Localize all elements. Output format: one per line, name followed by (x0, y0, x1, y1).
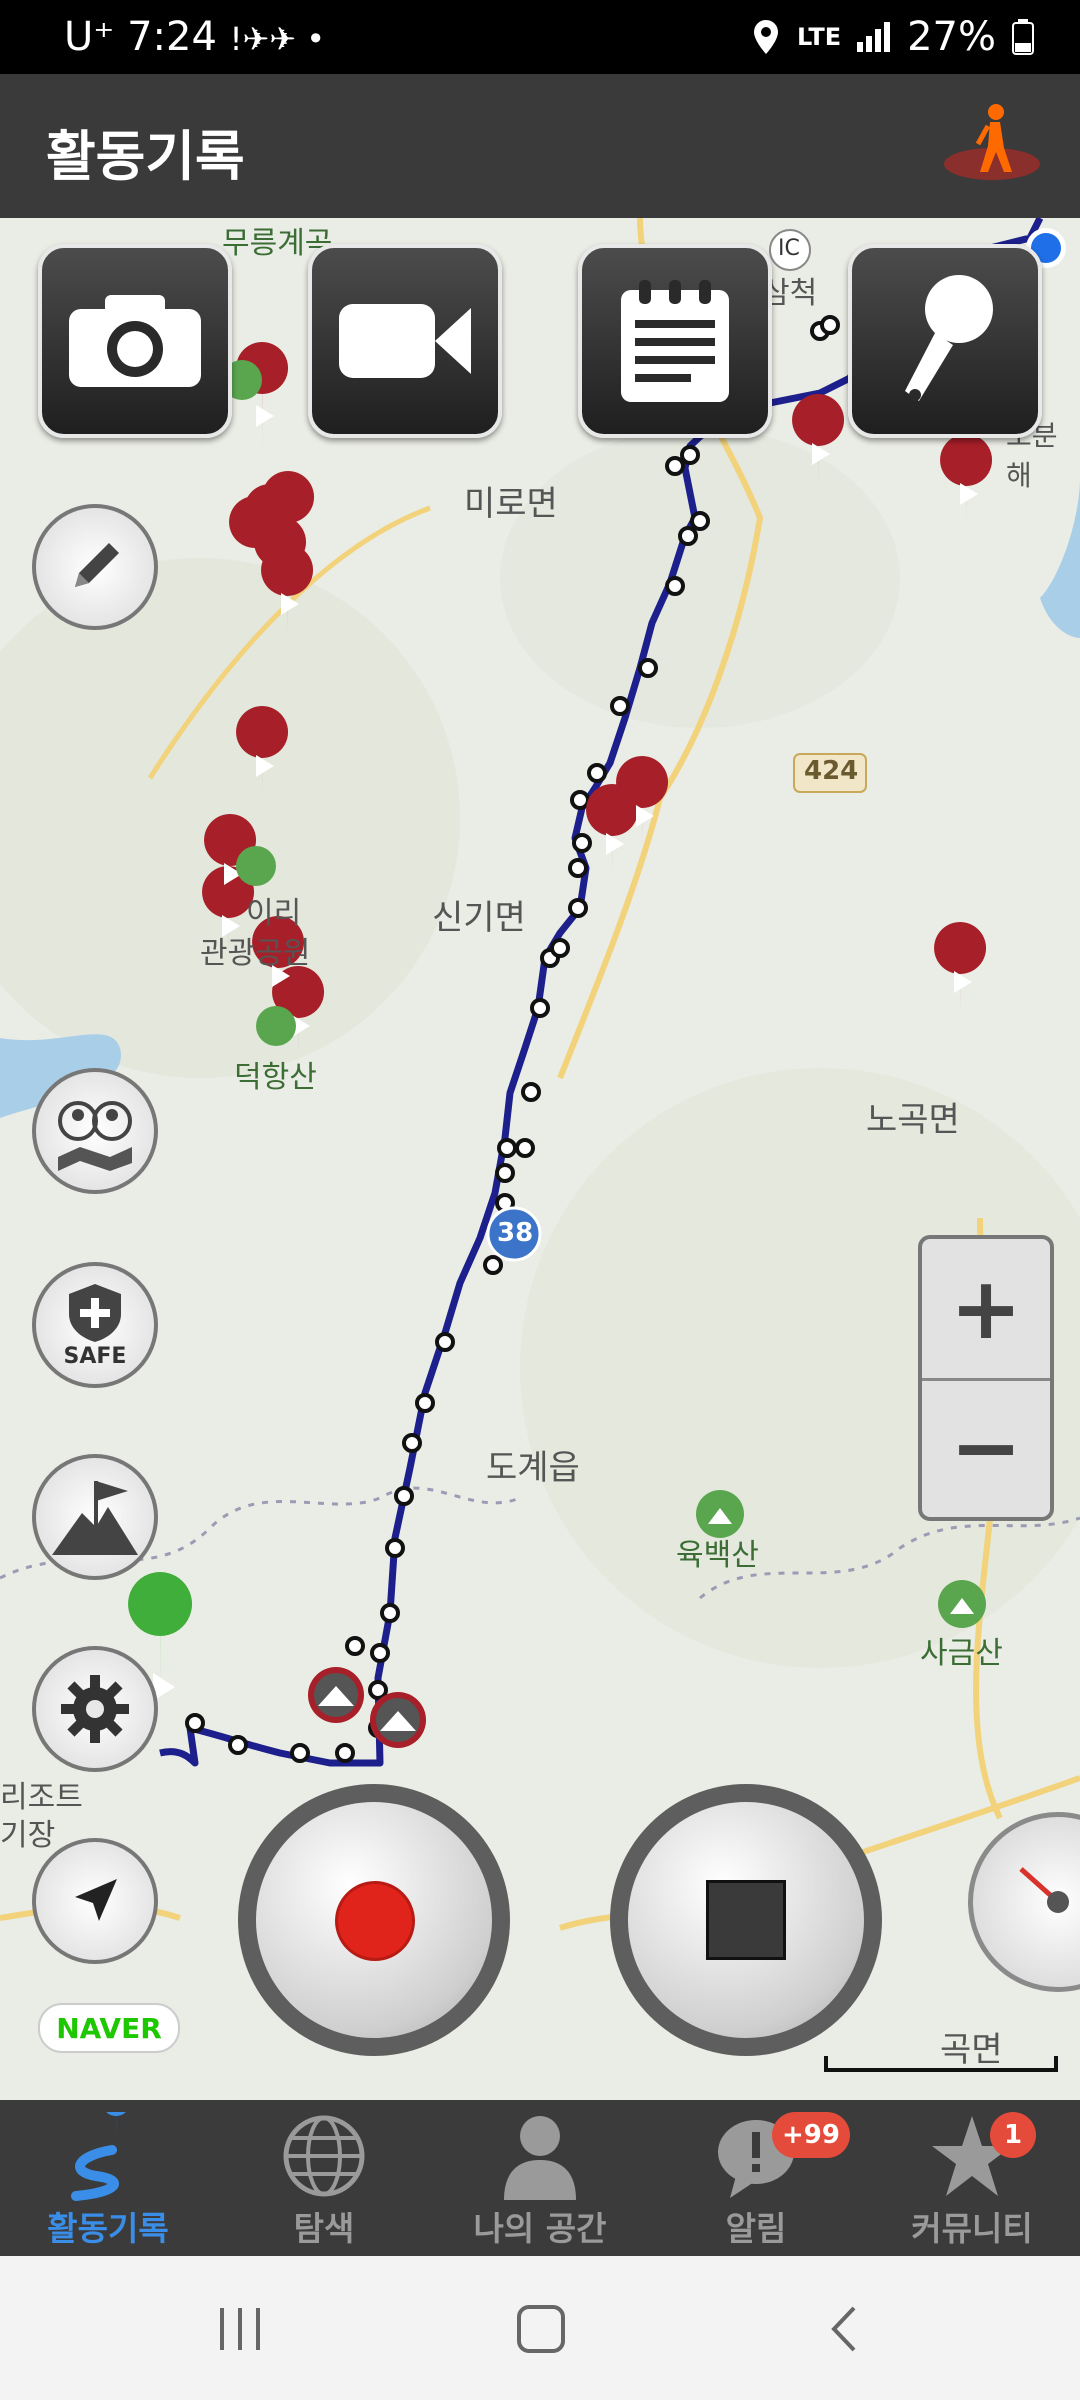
label-yukbaeksan: 육백산 (676, 1538, 759, 1573)
settings-button[interactable] (32, 1646, 158, 1772)
record-icon (338, 1884, 412, 1958)
compass-icon[interactable] (968, 1812, 1080, 1992)
share-map-button[interactable] (32, 1068, 158, 1194)
tab-notifications[interactable]: 알림 +99 (648, 2100, 864, 2256)
network-label: LTE (797, 23, 842, 51)
zoom-in-button[interactable]: + (922, 1239, 1050, 1381)
battery-icon (1012, 19, 1034, 55)
signal-icon (857, 22, 891, 52)
tab-explore[interactable]: 탐색 (216, 2100, 432, 2256)
label-singi: 신기면 (432, 898, 526, 938)
video-button[interactable] (308, 244, 502, 438)
location-icon (754, 20, 778, 54)
label-gijang: 기장 (0, 1818, 56, 1853)
record-button[interactable] (238, 1784, 510, 2056)
home-icon[interactable] (516, 2304, 566, 2354)
safe-shield-icon (69, 1283, 121, 1342)
route-icon (71, 2112, 126, 2201)
map-share-icon (58, 1101, 132, 1171)
zoom-control: + − (918, 1235, 1054, 1521)
status-left: U⁺ 7:24 !✈✈ • (64, 14, 325, 60)
back-icon[interactable] (820, 2304, 870, 2354)
page-title: 활동기록 (46, 125, 245, 188)
camera-button[interactable] (38, 244, 232, 438)
stop-icon (706, 1880, 786, 1960)
naver-logo: NAVER (38, 2003, 180, 2053)
gear-icon (61, 1675, 129, 1743)
summit-flag-icon (52, 1481, 138, 1555)
voice-button[interactable] (848, 244, 1042, 438)
safe-button[interactable]: SAFE (32, 1262, 158, 1388)
tab-activity[interactable]: 활동기록 (0, 2100, 216, 2256)
label-sageumsan: 사금산 (920, 1636, 1003, 1671)
battery-label: 27% (907, 14, 996, 60)
notepad-icon (621, 280, 729, 402)
recent-apps-icon[interactable] (216, 2304, 266, 2354)
person-icon (504, 2116, 576, 2200)
label-deokhangsan: 덕항산 (234, 1060, 317, 1095)
label-iri: 이리 (246, 896, 302, 931)
label-dogye: 도계읍 (486, 1448, 580, 1488)
status-right: LTE 27% (751, 14, 1034, 60)
my-location-button[interactable] (32, 1838, 158, 1964)
time-label: 7:24 (127, 14, 217, 60)
road-424: 424 (804, 756, 859, 786)
label-park: 관광공원 (200, 936, 311, 971)
pencil-icon (75, 543, 119, 587)
tab-my-space[interactable]: 나의 공간 (432, 2100, 648, 2256)
status-bar: U⁺ 7:24 !✈✈ • LTE 27% (0, 0, 1080, 74)
label-ic: IC (778, 236, 800, 261)
community-badge: 1 (990, 2112, 1036, 2158)
map-view[interactable]: 미로면 신기면 도계읍 육백산 사금산 덕항산 노곡면 삼척 무릉계곡 이리 관… (0, 218, 1080, 2100)
safe-label: SAFE (63, 1343, 127, 1369)
tab-community[interactable]: 커뮤니티 1 (864, 2100, 1080, 2256)
label-nogok: 노곡면 (866, 1100, 960, 1140)
zoom-in-label: + (949, 1258, 1023, 1359)
carrier-label: U⁺ (64, 14, 115, 60)
stop-button[interactable] (610, 1784, 882, 2056)
globe-icon (283, 2115, 365, 2197)
location-arrow-icon (75, 1879, 117, 1921)
bottom-nav: 활동기록 탐색 나의 공간 알림 +99 커뮤니티 1 (0, 2100, 1080, 2256)
notification-badge: +99 (772, 2112, 850, 2158)
microphone-icon (905, 275, 993, 401)
camera-icon (69, 295, 201, 387)
note-button[interactable] (578, 244, 772, 438)
label-gokmyeon: 곡면 (940, 2030, 1003, 2070)
road-38: 38 (497, 1218, 534, 1248)
tab-label: 알림 (725, 2209, 787, 2248)
app-header: 활동기록 (0, 74, 1080, 218)
system-nav-bar (0, 2256, 1080, 2400)
zoom-out-button[interactable]: − (922, 1378, 1050, 1517)
tab-label: 나의 공간 (473, 2209, 607, 2248)
hiker-icon[interactable] (940, 100, 1044, 192)
tab-label: 탐색 (293, 2209, 355, 2248)
edit-button[interactable] (32, 504, 158, 630)
summit-button[interactable] (32, 1454, 158, 1580)
tab-label: 활동기록 (47, 2209, 169, 2248)
tab-label: 커뮤니티 (911, 2209, 1033, 2248)
notification-icons: !✈✈ • (229, 20, 326, 58)
zoom-out-label: − (949, 1397, 1023, 1498)
video-icon (339, 304, 471, 378)
label-miro: 미로면 (464, 484, 558, 524)
